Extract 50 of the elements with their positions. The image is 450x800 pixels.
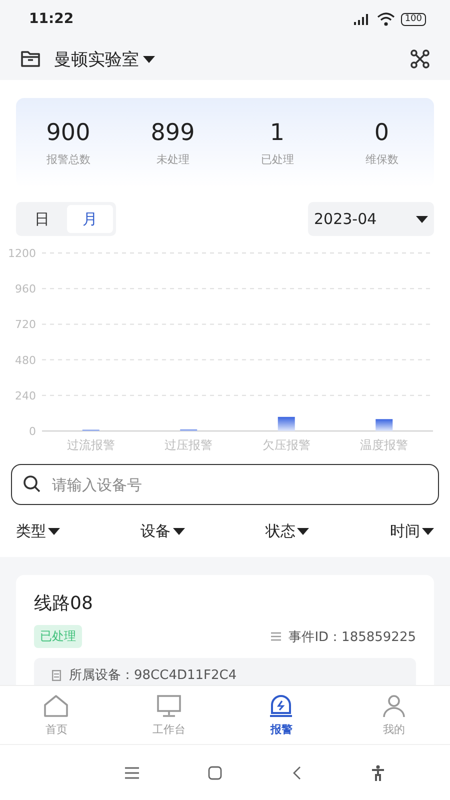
signal-icon bbox=[352, 13, 371, 25]
network-icon[interactable] bbox=[410, 49, 430, 69]
lab-selector[interactable]: 曼顿实验室 bbox=[54, 48, 155, 70]
period-tab[interactable]: 日 bbox=[19, 205, 65, 233]
stat-label: 未处理 bbox=[156, 152, 190, 166]
event-id: 事件ID：185859225 bbox=[288, 628, 416, 646]
stat-value: 899 bbox=[150, 120, 195, 146]
event-card[interactable]: 线路08 已处理 事件ID：185859225 所属设备：98CC4D11F2C4 bbox=[16, 575, 434, 685]
search-icon bbox=[23, 475, 41, 493]
stat-value: 1 bbox=[270, 120, 285, 146]
y-tick-label: 240 bbox=[15, 389, 36, 402]
stat-label: 已处理 bbox=[260, 152, 294, 166]
menu-icon[interactable] bbox=[124, 766, 139, 778]
wifi-icon bbox=[376, 12, 395, 26]
filter-dropdown[interactable]: 类型 bbox=[16, 522, 60, 540]
y-tick-label: 720 bbox=[15, 318, 36, 332]
y-tick-label: 0 bbox=[29, 425, 36, 438]
home-button-icon[interactable] bbox=[208, 766, 222, 780]
user-icon bbox=[380, 694, 407, 718]
status-tag: 已处理 bbox=[34, 625, 82, 648]
filter-dropdown[interactable]: 时间 bbox=[390, 522, 434, 540]
y-tick-label: 1200 bbox=[8, 247, 36, 260]
x-axis-label: 过压报警 bbox=[164, 438, 213, 452]
search-field[interactable]: 请输入设备号 bbox=[11, 464, 439, 505]
period-tab[interactable]: 月 bbox=[67, 205, 113, 233]
x-axis-label: 欠压报警 bbox=[262, 438, 310, 452]
monitor-icon bbox=[156, 694, 182, 718]
x-axis-label: 温度报警 bbox=[360, 438, 408, 452]
filter-dropdown[interactable]: 状态 bbox=[265, 522, 310, 540]
x-axis-label: 过流报警 bbox=[66, 438, 115, 452]
home-icon bbox=[43, 694, 70, 718]
folder-icon[interactable] bbox=[20, 49, 42, 69]
list-icon bbox=[270, 632, 281, 641]
nav-tab[interactable]: 报警 bbox=[225, 686, 338, 744]
y-tick-label: 480 bbox=[15, 354, 36, 367]
back-icon[interactable] bbox=[292, 766, 302, 780]
accessibility-icon[interactable] bbox=[371, 764, 386, 780]
status-time: 11:22 bbox=[29, 11, 74, 27]
event-title: 线路08 bbox=[34, 592, 94, 615]
stat-value: 900 bbox=[46, 120, 90, 146]
stat-label: 报警总数 bbox=[46, 152, 90, 166]
battery-level: 100 bbox=[400, 12, 426, 26]
stat-value: 0 bbox=[374, 120, 390, 146]
stat-label: 维保数 bbox=[365, 152, 398, 166]
device-id: 所属设备：98CC4D11F2C4 bbox=[69, 667, 237, 684]
month-dropdown[interactable]: 2023-04 bbox=[308, 202, 434, 236]
filter-dropdown[interactable]: 设备 bbox=[140, 522, 185, 540]
y-tick-label: 960 bbox=[15, 282, 36, 296]
alarm-icon bbox=[268, 694, 294, 718]
document-icon bbox=[52, 670, 61, 680]
